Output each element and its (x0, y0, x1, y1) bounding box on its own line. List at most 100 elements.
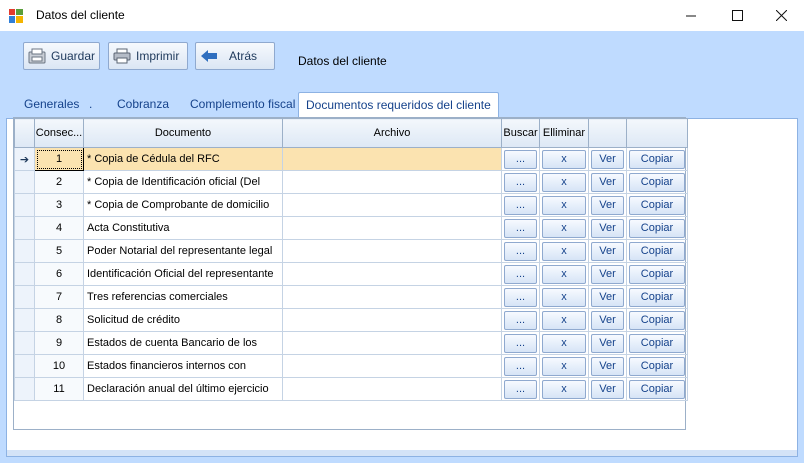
consecutivo-cell[interactable]: 2 (34, 170, 84, 194)
copiar-button[interactable]: Copiar (629, 149, 685, 169)
row-header[interactable] (14, 377, 35, 401)
ver-button[interactable]: Ver (591, 333, 624, 353)
buscar-button[interactable]: ... (504, 287, 537, 307)
buscar-button[interactable]: ... (504, 241, 537, 261)
table-row[interactable]: 6 Identificación Oficial del representant… (14, 262, 688, 286)
consecutivo-cell[interactable]: 11 (34, 377, 84, 401)
row-header[interactable] (14, 331, 35, 355)
eliminar-button[interactable]: x (542, 218, 586, 238)
eliminar-button[interactable]: x (542, 149, 586, 169)
copiar-button[interactable]: Copiar (629, 241, 685, 261)
eliminar-button[interactable]: x (542, 241, 586, 261)
close-button[interactable] (758, 0, 804, 31)
ver-button[interactable]: Ver (591, 287, 624, 307)
eliminar-button[interactable]: x (542, 356, 586, 376)
consecutivo-cell[interactable]: 9 (34, 331, 84, 355)
archivo-cell[interactable] (282, 308, 502, 332)
archivo-cell[interactable] (282, 216, 502, 240)
table-row[interactable]: 2 * Copia de Identificación oficial (Del … (14, 170, 688, 194)
consecutivo-cell[interactable]: 8 (34, 308, 84, 332)
table-row[interactable]: 10Estados financieros internos con antig… (14, 354, 688, 378)
eliminar-button[interactable]: x (542, 195, 586, 215)
buscar-button[interactable]: ... (504, 218, 537, 238)
ver-button[interactable]: Ver (591, 356, 624, 376)
buscar-button[interactable]: ... (504, 310, 537, 330)
buscar-button[interactable]: ... (504, 356, 537, 376)
eliminar-button[interactable]: x (542, 287, 586, 307)
col-copiar[interactable] (626, 118, 688, 148)
col-documento[interactable]: Documento (83, 118, 283, 148)
table-row[interactable]: 3 * Copia de Comprobante de domicilio... x… (14, 193, 688, 217)
documento-cell[interactable]: Identificación Oficial del representante… (83, 262, 283, 286)
copiar-button[interactable]: Copiar (629, 333, 685, 353)
documento-cell[interactable]: * Copia de Cédula del RFC (83, 147, 283, 171)
ver-button[interactable]: Ver (591, 149, 624, 169)
documento-cell[interactable]: Estados financieros internos con antigüe… (83, 354, 283, 378)
table-row[interactable]: 8 Solicitud de crédito... x Ver Copiar (14, 308, 688, 332)
col-buscar[interactable]: Buscar (501, 118, 540, 148)
tab-generales[interactable]: Generales (24, 97, 79, 111)
table-row[interactable]: 11 Declaración anual del último ejercicio… (14, 377, 688, 401)
eliminar-button[interactable]: x (542, 333, 586, 353)
col-eliminar[interactable]: Elliminar (539, 118, 589, 148)
copiar-button[interactable]: Copiar (629, 195, 685, 215)
table-row[interactable]: 9Estados de cuenta Bancario de los últim… (14, 331, 688, 355)
row-header[interactable] (14, 354, 35, 378)
minimize-button[interactable] (668, 0, 714, 31)
documento-cell[interactable]: Poder Notarial del representante legal (83, 239, 283, 263)
ver-button[interactable]: Ver (591, 218, 624, 238)
tab-complemento-fiscal[interactable]: Complemento fiscal (190, 97, 295, 111)
documento-cell[interactable]: Tres referencias comerciales (83, 285, 283, 309)
documento-cell[interactable]: * Copia de Comprobante de domicilio (83, 193, 283, 217)
row-header[interactable] (14, 239, 35, 263)
archivo-cell[interactable] (282, 170, 502, 194)
eliminar-button[interactable]: x (542, 264, 586, 284)
buscar-button[interactable]: ... (504, 195, 537, 215)
documento-cell[interactable]: Declaración anual del último ejercicio (83, 377, 283, 401)
ver-button[interactable]: Ver (591, 310, 624, 330)
tab-dot[interactable]: . (89, 97, 92, 111)
archivo-cell[interactable] (282, 193, 502, 217)
copiar-button[interactable]: Copiar (629, 379, 685, 399)
row-header[interactable] (14, 193, 35, 217)
copiar-button[interactable]: Copiar (629, 287, 685, 307)
row-header[interactable]: ➔ (14, 147, 35, 171)
eliminar-button[interactable]: x (542, 379, 586, 399)
consecutivo-cell[interactable]: 4 (34, 216, 84, 240)
eliminar-button[interactable]: x (542, 172, 586, 192)
ver-button[interactable]: Ver (591, 379, 624, 399)
table-row[interactable]: 5 Poder Notarial del representante legal.… (14, 239, 688, 263)
buscar-button[interactable]: ... (504, 149, 537, 169)
documento-cell[interactable]: * Copia de Identificación oficial (Del r… (83, 170, 283, 194)
col-consecutivo[interactable]: Consec... (34, 118, 84, 148)
ver-button[interactable]: Ver (591, 241, 624, 261)
archivo-cell[interactable] (282, 377, 502, 401)
archivo-cell[interactable] (282, 285, 502, 309)
copiar-button[interactable]: Copiar (629, 356, 685, 376)
consecutivo-cell[interactable]: 6 (34, 262, 84, 286)
row-header[interactable] (14, 262, 35, 286)
copiar-button[interactable]: Copiar (629, 310, 685, 330)
row-header[interactable] (14, 170, 35, 194)
copiar-button[interactable]: Copiar (629, 218, 685, 238)
tab-cobranza[interactable]: Cobranza (117, 97, 169, 111)
save-button[interactable]: Guardar (23, 42, 100, 70)
documento-cell[interactable]: Solicitud de crédito (83, 308, 283, 332)
print-button[interactable]: Imprimir (108, 42, 188, 70)
archivo-cell[interactable] (282, 331, 502, 355)
row-header[interactable] (14, 216, 35, 240)
copiar-button[interactable]: Copiar (629, 264, 685, 284)
documento-cell[interactable]: Acta Constitutiva (83, 216, 283, 240)
consecutivo-cell[interactable]: 3 (34, 193, 84, 217)
col-ver[interactable] (588, 118, 627, 148)
tab-documentos-requeridos[interactable]: Documentos requeridos del cliente (298, 92, 499, 118)
ver-button[interactable]: Ver (591, 264, 624, 284)
copiar-button[interactable]: Copiar (629, 172, 685, 192)
back-button[interactable]: Atrás (195, 42, 275, 70)
consecutivo-cell[interactable]: 1 (34, 147, 84, 171)
archivo-cell[interactable] (282, 147, 502, 171)
eliminar-button[interactable]: x (542, 310, 586, 330)
table-row[interactable]: 7 Tres referencias comerciales... x Ver Copi… (14, 285, 688, 309)
documento-cell[interactable]: Estados de cuenta Bancario de los último… (83, 331, 283, 355)
row-header[interactable] (14, 308, 35, 332)
